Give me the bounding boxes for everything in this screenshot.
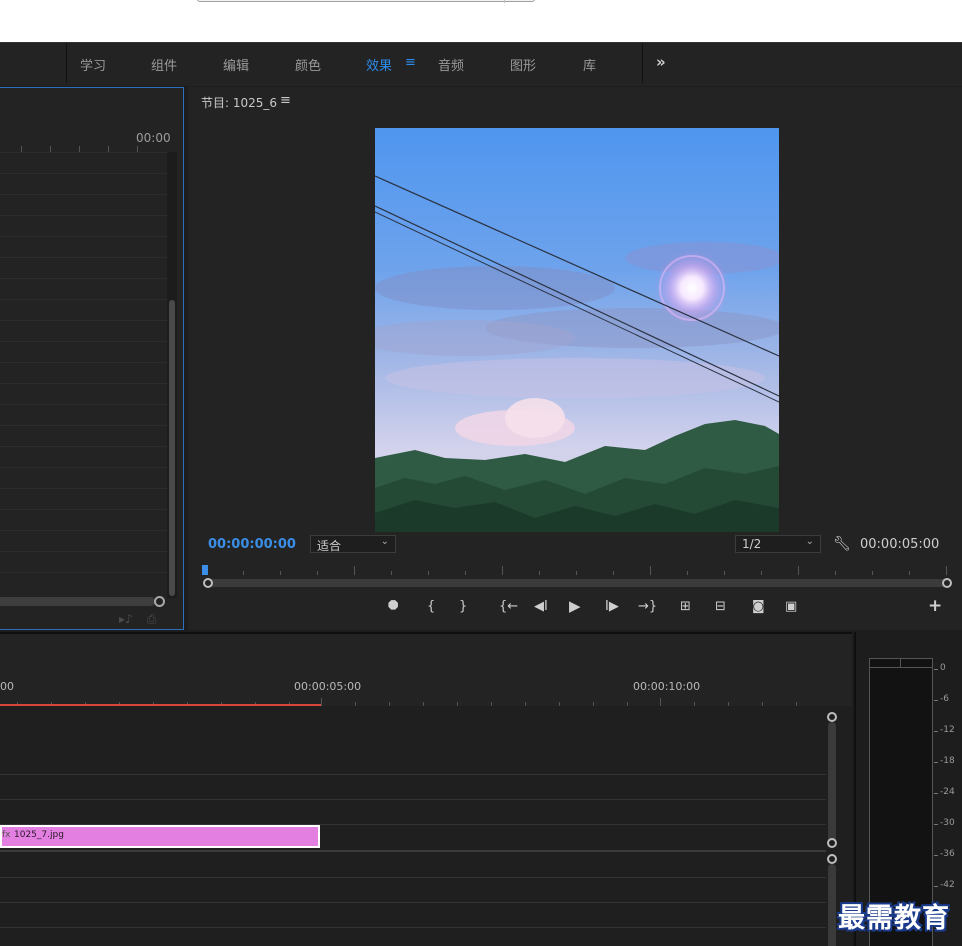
meter-scale-label: -30 xyxy=(940,818,955,828)
step-back-button[interactable]: ◀I xyxy=(534,599,548,614)
ruler-timecode: 00:00:05:00 xyxy=(294,680,362,693)
playback-resolution-select[interactable]: 1/2 ⌄ xyxy=(735,535,821,553)
meter-scale-label: 0 xyxy=(940,663,946,673)
work-area-bar[interactable] xyxy=(0,704,321,706)
extract-icon: ⊟ xyxy=(715,599,726,614)
workspace-divider xyxy=(642,43,643,83)
mark-in-button[interactable]: { xyxy=(427,599,435,614)
tab-graphics[interactable]: 图形 xyxy=(510,55,536,74)
zoom-level-value: 适合 xyxy=(317,539,342,553)
video-tracks-scrollbar[interactable] xyxy=(828,722,836,844)
tab-effects[interactable]: 效果 xyxy=(366,55,392,74)
top-window-strip xyxy=(0,0,962,42)
source-vertical-scrollbar[interactable] xyxy=(167,152,177,598)
mark-out-icon: } xyxy=(459,599,468,614)
export-frame-button[interactable]: ◙ xyxy=(752,599,765,614)
video-audio-divider xyxy=(0,850,826,852)
zoom-bar-start-handle[interactable] xyxy=(203,578,213,588)
program-monitor-title[interactable]: 节目: 1025_6 xyxy=(201,94,277,111)
timeline-panel: 00 00:00:05:00 00:00:10:00 fx 1025_7.jpg xyxy=(0,632,852,946)
scroll-handle-top[interactable] xyxy=(827,854,837,864)
source-horizontal-scrollbar[interactable] xyxy=(0,597,155,606)
go-to-out-icon: →} xyxy=(638,599,658,614)
tab-assembly[interactable]: 组件 xyxy=(151,55,177,74)
workspace-divider xyxy=(66,43,67,83)
mark-out-button[interactable]: } xyxy=(459,599,467,614)
ruler-timecode: 00:00:10:00 xyxy=(633,680,701,693)
compare-icon: ▣ xyxy=(785,599,798,614)
chevron-down-icon: ⌄ xyxy=(380,536,389,547)
go-to-out-button[interactable]: →} xyxy=(638,599,657,614)
meter-scale-label: -24 xyxy=(940,787,955,797)
marker-icon: ⯃ xyxy=(388,599,399,614)
go-to-in-button[interactable]: {← xyxy=(499,599,518,614)
duration-timecode: 00:00:05:00 xyxy=(860,537,940,552)
scroll-handle-bottom[interactable] xyxy=(827,838,837,848)
meter-peak-indicators[interactable] xyxy=(869,658,933,668)
track-divider xyxy=(0,902,826,903)
track-divider xyxy=(0,774,826,775)
wrench-icon[interactable]: 🔧︎ xyxy=(833,536,851,552)
zoom-bar-end-handle[interactable] xyxy=(942,578,952,588)
plus-icon: + xyxy=(928,596,943,616)
timeline-ruler[interactable]: 00 00:00:05:00 00:00:10:00 xyxy=(0,634,852,706)
double-chevron-right-icon[interactable]: » xyxy=(656,53,666,71)
go-to-in-icon: {← xyxy=(499,599,519,614)
zoom-handle[interactable] xyxy=(154,596,165,607)
program-monitor: 节目: 1025_6 ≡ 00:00:00:00 适合 ⌄ 1/2 ⌄ 🔧︎ 0… xyxy=(188,87,962,630)
play-icon: ▶ xyxy=(569,597,581,615)
export-icon[interactable]: ⎙ xyxy=(147,612,157,626)
lift-icon: ⊞ xyxy=(680,599,691,614)
tab-audio[interactable]: 音频 xyxy=(438,55,464,74)
source-footer-icons: ▸♪ ⎙ xyxy=(119,612,170,627)
hamburger-icon[interactable]: ≡ xyxy=(280,93,291,108)
meter-scale-label: -12 xyxy=(940,725,955,735)
step-forward-icon: I▶ xyxy=(605,599,619,614)
scroll-handle-top[interactable] xyxy=(827,712,837,722)
meter-scale-label: -6 xyxy=(940,694,949,704)
clip-label: 1025_7.jpg xyxy=(14,830,64,840)
step-forward-button[interactable]: I▶ xyxy=(605,599,619,614)
play-button[interactable]: ▶ xyxy=(569,597,581,615)
add-marker-button[interactable]: ⯃ xyxy=(388,599,398,614)
button-editor-button[interactable]: + xyxy=(928,596,942,616)
video-frame xyxy=(375,128,779,532)
tab-libraries[interactable]: 库 xyxy=(583,55,596,74)
track-divider xyxy=(0,927,826,928)
lift-button[interactable]: ⊞ xyxy=(680,599,691,614)
playhead[interactable] xyxy=(202,565,208,575)
timeline-clip[interactable]: fx 1025_7.jpg xyxy=(0,825,320,848)
source-ruler-timecode: 00:00 xyxy=(136,131,171,145)
meter-scale-label: -36 xyxy=(940,849,955,859)
tab-color[interactable]: 颜色 xyxy=(295,55,321,74)
current-timecode[interactable]: 00:00:00:00 xyxy=(208,537,296,552)
monitor-time-ruler[interactable] xyxy=(206,565,948,575)
monitor-zoom-bar[interactable] xyxy=(206,579,948,587)
workspace-bar: 学习 组件 编辑 颜色 效果 ≡ 音频 图形 库 » xyxy=(0,42,962,86)
ruler-timecode: 00 xyxy=(0,680,14,693)
audio-tracks-scrollbar[interactable] xyxy=(828,864,836,946)
resolution-value: 1/2 xyxy=(742,537,762,551)
track-divider xyxy=(0,877,826,878)
tab-learning[interactable]: 学习 xyxy=(80,55,106,74)
chevron-down-icon: ⌄ xyxy=(805,536,814,547)
source-panel: 00:00 ▸♪ ⎙ xyxy=(0,87,184,630)
compare-view-button[interactable]: ▣ xyxy=(785,599,797,614)
extract-button[interactable]: ⊟ xyxy=(715,599,726,614)
mark-in-icon: { xyxy=(427,599,436,614)
scrollbar-thumb[interactable] xyxy=(169,300,175,596)
fx-icon: fx xyxy=(2,830,11,840)
tab-editing[interactable]: 编辑 xyxy=(223,55,249,74)
zoom-level-select[interactable]: 适合 ⌄ xyxy=(310,535,396,553)
hamburger-icon[interactable]: ≡ xyxy=(405,55,416,70)
track-divider xyxy=(0,799,826,800)
dialog-edge xyxy=(197,0,535,3)
meter-scale-label: -18 xyxy=(940,756,955,766)
watermark-logo: 最需教育 xyxy=(838,903,950,934)
step-back-icon: ◀I xyxy=(534,599,548,614)
source-track-area xyxy=(0,152,167,592)
camera-icon: ◙ xyxy=(752,599,765,614)
meter-scale-label: -42 xyxy=(940,880,955,890)
audio-only-icon[interactable]: ▸♪ xyxy=(119,612,133,626)
